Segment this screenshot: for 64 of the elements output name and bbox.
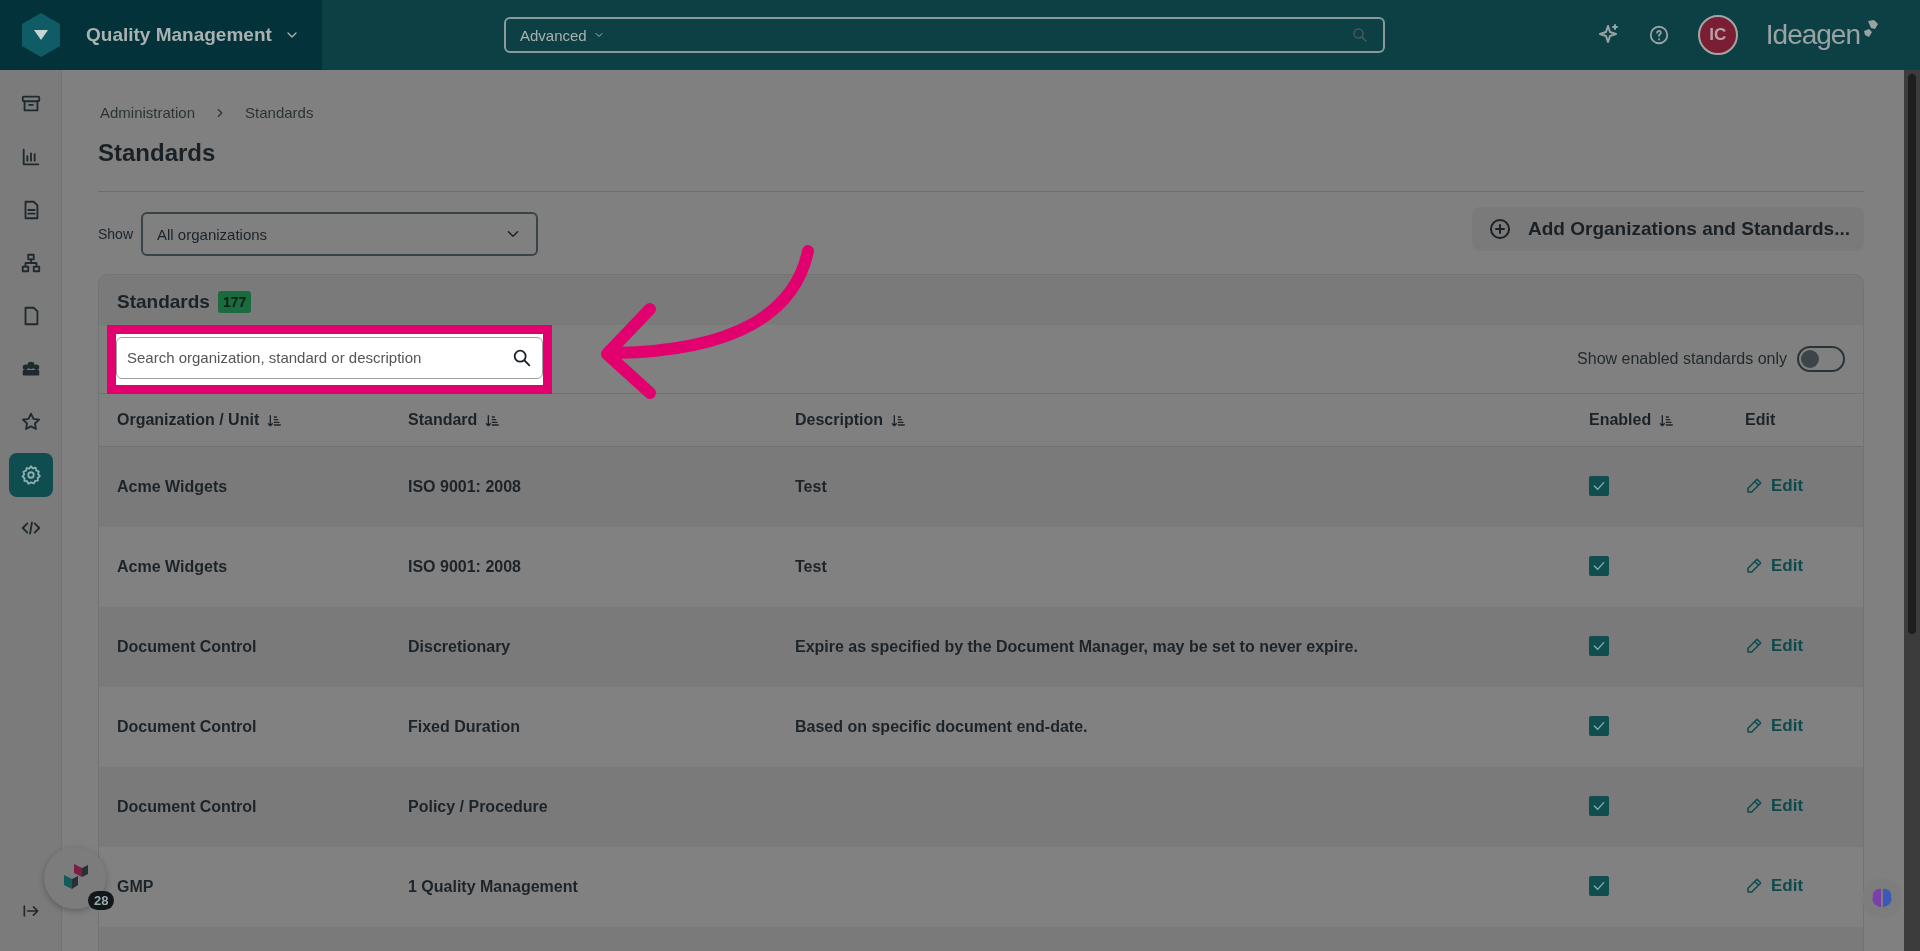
table-cell: ISO 9001: 2008 [390,527,777,607]
table-cell: Document Control [99,607,390,687]
pencil-icon [1745,636,1763,655]
sort-icon[interactable] [485,412,502,429]
table-cell: Document Control [99,687,390,767]
table-cell: Based on specific document end-date. [777,687,1571,767]
user-avatar[interactable]: IC [1697,15,1738,55]
table-cell: Policy / Procedure [390,767,777,847]
scrollbar[interactable] [1904,70,1920,951]
table-cell: Test [777,527,1571,607]
edit-button[interactable]: Edit [1745,635,1804,656]
column-header[interactable]: Organization / Unit [99,394,390,447]
help-icon[interactable] [1647,24,1670,46]
checkbox[interactable] [1589,876,1609,896]
table-cell: Document Control [99,767,390,847]
count-badge: 177 [217,291,252,313]
table-cell: Acme Widgets [99,446,390,527]
search-icon [1351,26,1369,44]
checkbox[interactable] [1589,716,1609,736]
edit-button[interactable]: Edit [1745,555,1804,576]
table-cell: Fixed Duration [390,687,777,767]
sort-icon[interactable] [1659,412,1676,429]
sort-icon[interactable] [267,412,284,429]
column-header: Edit [1727,394,1863,447]
breadcrumb-link[interactable]: Administration [100,104,196,121]
column-header[interactable]: Standard [390,394,777,447]
column-header[interactable]: Description [777,394,1571,447]
notification-badge: 28 [88,891,115,910]
pencil-icon [1745,876,1763,895]
edit-button[interactable]: Edit [1745,795,1804,816]
table-cell: Expire as specified by the Document Manager, may be set to never expire. [777,607,1571,687]
page-title: Standards [98,139,1864,192]
global-search-field[interactable]: Advanced [504,17,1385,53]
table-cell: 1 Quality Management [390,847,777,927]
pencil-icon [1745,716,1763,735]
checkbox[interactable] [1589,636,1609,656]
search-scope-dropdown[interactable]: Advanced [520,26,605,44]
sort-icon[interactable] [891,412,907,429]
table-cell: Test [777,446,1571,527]
settings-icon[interactable] [8,453,53,497]
table-cell: ISO 9001: 2008 [390,446,777,527]
pencil-icon [1745,476,1763,495]
pencil-icon [1745,796,1763,815]
checkbox[interactable] [1589,476,1609,496]
edit-button[interactable]: Edit [1745,875,1804,896]
brand-logo: Ideagen [1765,19,1880,51]
table-cell: Acme Widgets [99,527,390,607]
pencil-icon [1745,556,1763,575]
toggle-label: Show enabled standards only [1577,350,1787,368]
plus-circle-icon [1488,217,1512,241]
card-title: Standards [117,291,210,313]
edit-button[interactable]: Edit [1745,475,1804,496]
organization-dropdown[interactable]: All organizations [141,212,539,256]
toggle-switch[interactable] [1797,346,1845,372]
logo-icon [20,12,62,58]
checkbox[interactable] [1589,796,1609,816]
breadcrumb-current: Standards [245,104,314,121]
column-header[interactable]: Enabled [1571,394,1727,447]
table-cell: Discretionary [390,607,777,687]
edit-button[interactable]: Edit [1745,715,1804,736]
filter-label: Show [98,226,134,242]
add-button[interactable]: Add Organizations and Standards... [1472,207,1864,251]
checkbox[interactable] [1589,556,1609,576]
search-field[interactable]: Search organization, standard or description [116,336,543,379]
